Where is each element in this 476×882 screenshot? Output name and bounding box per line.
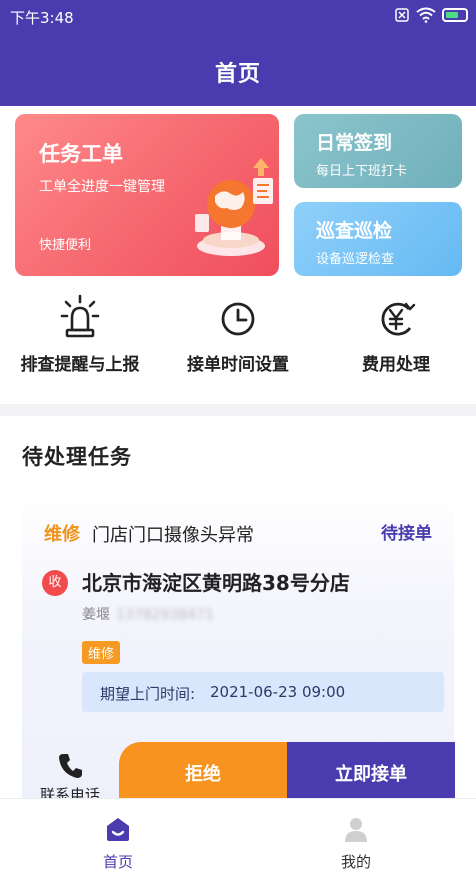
status-time: 下午3:48 xyxy=(10,9,74,27)
wifi-icon xyxy=(416,7,436,23)
status-icons xyxy=(394,7,468,23)
quick-action-label: 接单时间设置 xyxy=(187,355,289,375)
globe-illustration-icon xyxy=(195,158,273,256)
work-order-subtitle: 工单全进度一键管理 xyxy=(39,179,165,195)
task-tag: 维修 xyxy=(82,641,121,664)
status-bar: 下午3:48 xyxy=(0,0,476,34)
pending-section-title: 待处理任务 xyxy=(22,445,132,469)
receiver-badge: 收 xyxy=(42,570,68,596)
task-contact: 姜堰 13782938471 xyxy=(82,604,214,624)
section-divider xyxy=(0,404,476,416)
battery-icon xyxy=(442,8,468,22)
tab-home[interactable]: 首页 xyxy=(58,815,178,872)
quick-action-fees[interactable]: 费用处理 xyxy=(316,294,476,375)
quick-action-label: 排查提醒与上报 xyxy=(20,355,140,375)
alarm-light-icon xyxy=(60,294,100,338)
home-icon xyxy=(107,818,129,841)
expected-time-value: 2021-06-23 09:00 xyxy=(210,683,346,701)
tab-home-label: 首页 xyxy=(102,853,133,871)
work-order-footer: 快捷便利 xyxy=(39,238,92,253)
patrol-title: 巡查巡检 xyxy=(316,220,393,242)
tab-mine-label: 我的 xyxy=(340,853,371,871)
work-order-card[interactable]: 任务工单 工单全进度一键管理 快捷便利 xyxy=(15,114,279,276)
task-type: 维修 xyxy=(44,524,80,545)
task-address: 北京市海淀区黄明路38号分店 xyxy=(82,571,350,595)
task-name: 门店门口摄像头异常 xyxy=(92,525,254,546)
app-header: 首页 xyxy=(0,34,476,106)
checkin-card[interactable]: 日常签到 每日上下班打卡 xyxy=(294,114,462,188)
sim-off-icon xyxy=(395,8,409,22)
contact-phone: 13782938471 xyxy=(116,607,214,623)
work-order-title: 任务工单 xyxy=(39,142,123,166)
clock-icon xyxy=(221,302,255,336)
tab-mine[interactable]: 我的 xyxy=(296,815,416,872)
expected-visit-time: 期望上门时间: 2021-06-23 09:00 xyxy=(82,672,444,712)
contact-name: 姜堰 xyxy=(82,607,110,623)
profile-icon xyxy=(345,818,367,842)
bottom-tab-bar: 首页 我的 xyxy=(0,798,476,882)
expected-time-label: 期望上门时间: xyxy=(100,685,196,703)
phone-icon xyxy=(59,754,82,778)
task-status: 待接单 xyxy=(381,524,432,544)
quick-action-label: 费用处理 xyxy=(362,355,430,375)
patrol-card[interactable]: 巡查巡检 设备巡逻检查 xyxy=(294,202,462,276)
patrol-subtitle: 设备巡逻检查 xyxy=(316,252,395,267)
page-title: 首页 xyxy=(214,62,261,87)
checkin-subtitle: 每日上下班打卡 xyxy=(316,164,408,179)
checkin-title: 日常签到 xyxy=(316,132,393,154)
quick-action-report[interactable]: 排查提醒与上报 xyxy=(0,294,160,375)
yuan-icon xyxy=(381,302,416,336)
quick-action-time-settings[interactable]: 接单时间设置 xyxy=(158,294,318,375)
